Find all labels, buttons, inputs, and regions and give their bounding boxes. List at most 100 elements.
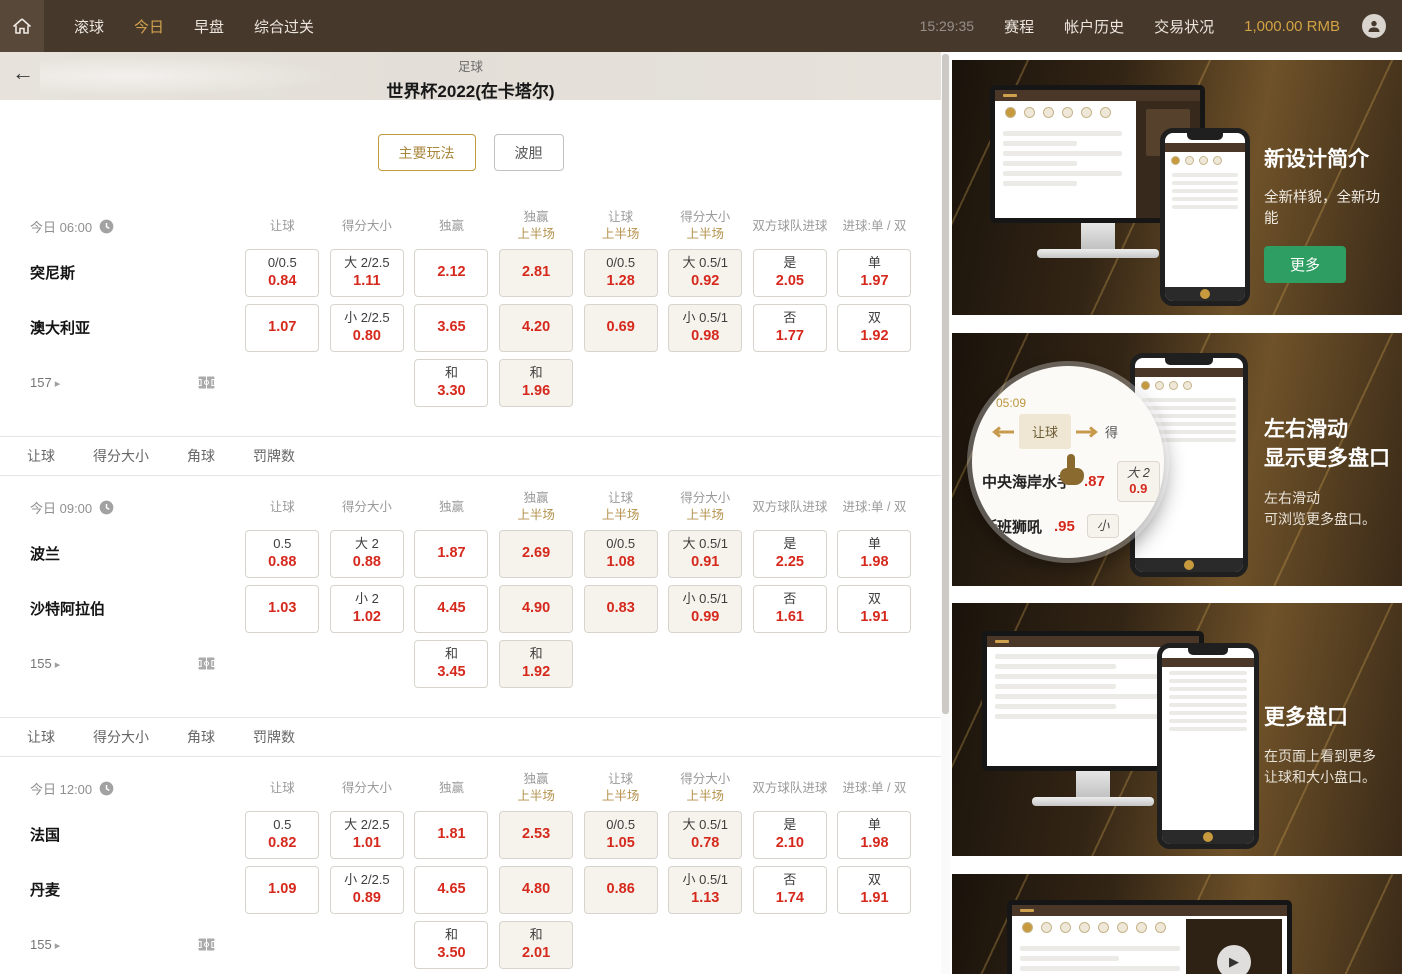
market-tab-得分大小[interactable]: 得分大小 [93,727,149,747]
odds-cell[interactable]: 是2.05 [753,249,827,297]
odds-cell[interactable]: 否1.61 [753,585,827,633]
odds-cell[interactable]: 4.80 [499,866,573,914]
match-time-col: 今日 06:00 [0,217,240,236]
odds-cell[interactable]: 2.81 [499,249,573,297]
odds-price: 0.69 [607,318,635,337]
nav-item-滚球[interactable]: 滚球 [74,16,104,37]
odds-cell[interactable]: 0.50.82 [245,811,319,859]
nav-item-综合过关[interactable]: 综合过关 [254,16,314,37]
odds-cell[interactable]: 小 0.5/10.98 [668,304,742,352]
promo-more-button[interactable]: 更多 [1264,246,1346,283]
odds-cell[interactable]: 双1.91 [837,585,911,633]
play-mode-tab-波胆[interactable]: 波胆 [494,134,564,171]
odds-cell[interactable]: 大 0.5/10.78 [668,811,742,859]
topbar-link-帐户历史[interactable]: 帐户历史 [1064,16,1124,37]
odds-cell[interactable]: 单1.98 [837,811,911,859]
lens-odds-cell: 大 20.9 [1117,461,1160,502]
market-tab-罚牌数[interactable]: 罚牌数 [253,727,295,747]
scrollbar-track[interactable] [941,52,950,974]
odds-cell[interactable]: 1.09 [245,866,319,914]
odds-cell[interactable]: 和3.50 [414,921,488,969]
odds-cell[interactable]: 双1.91 [837,866,911,914]
odds-cell[interactable]: 小 0.5/11.13 [668,866,742,914]
odds-cell[interactable]: 1.03 [245,585,319,633]
odds-cell[interactable]: 小 0.5/10.99 [668,585,742,633]
odds-cell[interactable]: 大 20.88 [330,530,404,578]
market-tab-角球[interactable]: 角球 [187,727,215,747]
odds-price: 1.77 [776,327,804,346]
odds-price: 3.50 [437,944,465,963]
odds-cell[interactable]: 否1.74 [753,866,827,914]
odds-cell[interactable]: 和3.30 [414,359,488,407]
odds-cell[interactable]: 1.07 [245,304,319,352]
more-markets-button[interactable]: 155▸ [30,656,60,671]
odds-cell[interactable]: 0.83 [584,585,658,633]
odds-cell[interactable]: 和3.45 [414,640,488,688]
odds-cell[interactable]: 0.69 [584,304,658,352]
odds-cell[interactable]: 0/0.51.08 [584,530,658,578]
scrollbar-thumb[interactable] [942,54,949,714]
odds-cell[interactable]: 是2.10 [753,811,827,859]
home-button[interactable] [0,0,44,52]
play-icon[interactable]: ▶ [1217,945,1251,974]
phone-mockup [1160,128,1250,306]
topbar-link-赛程[interactable]: 赛程 [1004,16,1034,37]
promo-banner-more-markets[interactable]: 更多盘口 在页面上看到更多 让球和大小盘口。 [952,603,1402,856]
back-button[interactable]: ← [12,62,34,84]
account-avatar-icon[interactable] [1362,14,1386,38]
nav-item-早盘[interactable]: 早盘 [194,16,224,37]
odds-cell[interactable]: 大 0.5/10.92 [668,249,742,297]
topbar-right: 15:29:35 赛程帐户历史交易状况 1,000.00 RMB [920,14,1402,38]
odds-cell[interactable]: 否1.77 [753,304,827,352]
odds-cell[interactable]: 和1.96 [499,359,573,407]
odds-cell[interactable]: 小 2/2.50.80 [330,304,404,352]
odds-cell[interactable]: 大 0.5/10.91 [668,530,742,578]
odds-cell[interactable]: 1.81 [414,811,488,859]
odds-cell[interactable]: 单1.97 [837,249,911,297]
odds-cell[interactable]: 4.90 [499,585,573,633]
odds-cell[interactable]: 双1.92 [837,304,911,352]
odds-cell[interactable]: 0/0.50.84 [245,249,319,297]
more-markets-button[interactable]: 155▸ [30,937,60,952]
promo-banner-swipe[interactable]: 05:09 让球 得 中央海岸水手 .87 大 20.9 斯班狮吼 [952,333,1402,586]
odds-cell[interactable]: 单1.98 [837,530,911,578]
odds-cell[interactable]: 和1.92 [499,640,573,688]
odds-cell[interactable]: 大 2/2.51.01 [330,811,404,859]
market-tab-罚牌数[interactable]: 罚牌数 [253,446,295,466]
odds-cell[interactable]: 4.20 [499,304,573,352]
odds-cell[interactable]: 0.86 [584,866,658,914]
odds-cell[interactable]: 和2.01 [499,921,573,969]
odds-cell[interactable]: 1.87 [414,530,488,578]
market-tab-让球[interactable]: 让球 [27,727,55,747]
odds-price: 1.87 [437,544,465,563]
section-header-row: 今日 06:00让球得分大小独赢独赢上半场让球上半场得分大小上半场双方球队进球进… [0,207,941,245]
promo-banner-video[interactable]: ▶ [952,874,1402,974]
odds-cell[interactable]: 大 2/2.51.11 [330,249,404,297]
odds-price: 4.45 [437,599,465,618]
nav-item-今日[interactable]: 今日 [134,16,164,37]
odds-cell[interactable]: 小 2/2.50.89 [330,866,404,914]
account-links: 赛程 帐户历史 交易状况 [1004,16,1244,37]
market-tabs-row: 让球 得分大小 角球 罚牌数 [0,436,941,476]
market-tab-让球[interactable]: 让球 [27,446,55,466]
promo-banner-new-design[interactable]: 新设计简介 全新样貌，全新功能 更多 [952,60,1402,315]
topbar-link-交易状况[interactable]: 交易状况 [1154,16,1214,37]
odds-cell[interactable]: 2.69 [499,530,573,578]
odds-line-value: 小 0.5/1 [683,310,729,327]
odds-cell[interactable]: 2.12 [414,249,488,297]
odds-cell[interactable]: 2.53 [499,811,573,859]
odds-cell[interactable]: 0/0.51.28 [584,249,658,297]
odds-cell[interactable]: 4.65 [414,866,488,914]
odds-cell[interactable]: 是2.25 [753,530,827,578]
odds-cell[interactable]: 3.65 [414,304,488,352]
odds-line-value: 否 [783,591,796,608]
odds-cell[interactable]: 小 21.02 [330,585,404,633]
odds-cell[interactable]: 4.45 [414,585,488,633]
odds-cell[interactable]: 0.50.88 [245,530,319,578]
more-markets-button[interactable]: 157▸ [30,375,60,390]
odds-cell[interactable]: 0/0.51.05 [584,811,658,859]
play-mode-tab-主要玩法[interactable]: 主要玩法 [378,134,476,171]
odds-line-value: 双 [868,310,881,327]
market-tab-得分大小[interactable]: 得分大小 [93,446,149,466]
market-tab-角球[interactable]: 角球 [187,446,215,466]
